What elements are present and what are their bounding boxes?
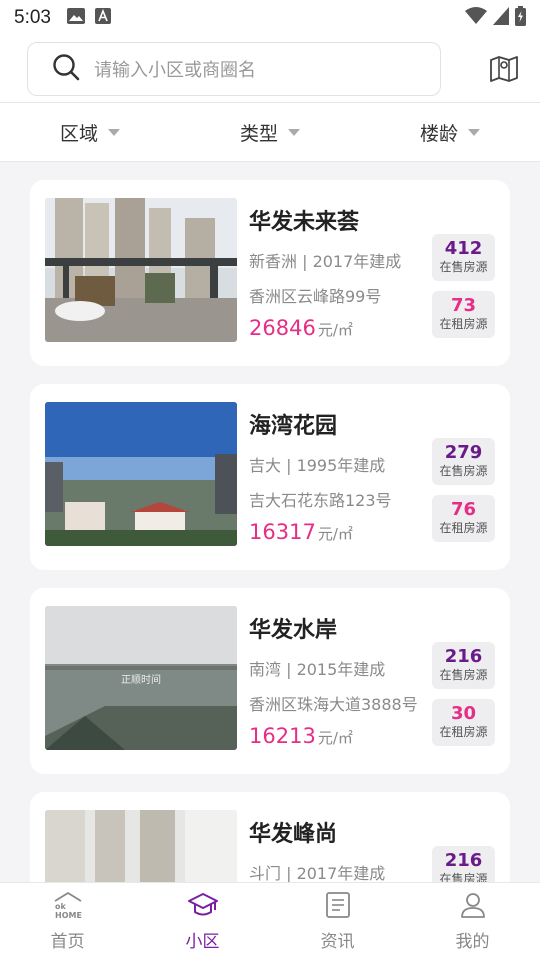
community-district: 吉大 | 1995年建成 <box>249 456 386 475</box>
signal-icon <box>493 7 509 29</box>
community-price: 16213 元/㎡ <box>249 724 353 748</box>
tab-home[interactable]: ok HOME 首页 <box>0 883 135 960</box>
price-value: 26846 <box>249 316 316 340</box>
tab-profile[interactable]: 我的 <box>405 883 540 960</box>
user-icon <box>459 891 487 923</box>
community-price: 26846 元/㎡ <box>249 316 353 340</box>
price-unit: 元/㎡ <box>317 729 353 747</box>
for-sale-count: 279 <box>444 442 483 463</box>
for-sale-count: 216 <box>444 850 483 871</box>
price-value: 16213 <box>249 724 316 748</box>
map-icon <box>489 54 519 86</box>
community-card[interactable]: 正顺时间 华发水岸 南湾 | 2015年建成 香洲区珠海大道3888号 1621… <box>30 588 510 774</box>
community-district: 南湾 | 2015年建成 <box>249 660 386 679</box>
status-bar: 5:03 <box>0 0 540 36</box>
community-card[interactable]: 海湾花园 吉大 | 1995年建成 吉大石花东路123号 16317 元/㎡ 2… <box>30 384 510 570</box>
svg-text:ok: ok <box>55 902 66 911</box>
community-name: 华发未来荟 <box>249 210 360 235</box>
svg-text:HOME: HOME <box>55 911 82 919</box>
for-sale-badge[interactable]: 279 在售房源 <box>432 438 495 485</box>
filter-bar: 区域 类型 楼龄 <box>0 102 540 162</box>
caret-down-icon <box>288 128 300 136</box>
for-rent-label: 在租房源 <box>439 317 488 331</box>
photo-watermark: 正顺时间 <box>121 675 161 686</box>
filter-label: 楼龄 <box>419 122 458 145</box>
for-rent-label: 在租房源 <box>439 521 488 535</box>
community-photo: 正顺时间 <box>45 606 237 750</box>
tab-label: 我的 <box>455 932 490 952</box>
search-placeholder: 请输入小区或商圈名 <box>94 60 256 81</box>
tab-community[interactable]: 小区 <box>135 883 270 960</box>
map-button[interactable] <box>486 54 522 86</box>
gallery-notification-icon <box>66 8 85 28</box>
for-sale-label: 在售房源 <box>439 872 488 882</box>
community-district: 新香洲 | 2017年建成 <box>249 252 402 271</box>
filter-label: 区域 <box>59 122 98 145</box>
for-sale-badge[interactable]: 412 在售房源 <box>432 234 495 281</box>
for-sale-label: 在售房源 <box>439 464 488 478</box>
wifi-icon <box>465 7 487 29</box>
for-rent-label: 在租房源 <box>439 725 488 739</box>
search-row: 请输入小区或商圈名 <box>0 36 540 102</box>
for-rent-badge[interactable]: 76 在租房源 <box>432 495 495 542</box>
document-icon <box>324 891 352 923</box>
filter-type[interactable]: 类型 <box>180 103 360 161</box>
filter-age[interactable]: 楼龄 <box>360 103 540 161</box>
tab-label: 小区 <box>185 932 220 952</box>
search-icon <box>52 53 80 85</box>
search-input[interactable]: 请输入小区或商圈名 <box>27 42 441 96</box>
for-sale-badge[interactable]: 216 在售房源 <box>432 642 495 689</box>
community-photo <box>45 402 237 546</box>
filter-region[interactable]: 区域 <box>0 103 180 161</box>
home-icon: ok HOME <box>52 891 84 923</box>
community-photo <box>45 810 237 882</box>
for-sale-count: 412 <box>444 238 483 259</box>
for-sale-label: 在售房源 <box>439 260 488 274</box>
community-name: 海湾花园 <box>249 414 338 439</box>
battery-icon <box>515 6 526 30</box>
for-rent-count: 76 <box>450 499 477 520</box>
community-card[interactable]: 华发未来荟 新香洲 | 2017年建成 香洲区云峰路99号 26846 元/㎡ … <box>30 180 510 366</box>
tab-label: 资讯 <box>320 932 355 952</box>
for-rent-badge[interactable]: 30 在租房源 <box>432 699 495 746</box>
for-rent-count: 73 <box>450 295 477 316</box>
caret-down-icon <box>108 128 120 136</box>
graduation-cap-icon <box>187 891 219 923</box>
price-unit: 元/㎡ <box>317 525 353 543</box>
community-address: 香洲区云峰路99号 <box>249 287 382 306</box>
for-rent-count: 30 <box>450 703 477 724</box>
community-address: 香洲区珠海大道3888号 <box>249 695 418 714</box>
community-district: 斗门 | 2017年建成 <box>249 864 386 882</box>
tab-news[interactable]: 资讯 <box>270 883 405 960</box>
tab-label: 首页 <box>50 932 85 952</box>
community-price: 16317 元/㎡ <box>249 520 353 544</box>
community-photo <box>45 198 237 342</box>
for-rent-badge[interactable]: 73 在租房源 <box>432 291 495 338</box>
price-unit: 元/㎡ <box>317 321 353 339</box>
app-notification-icon <box>94 8 111 28</box>
community-list[interactable]: 华发未来荟 新香洲 | 2017年建成 香洲区云峰路99号 26846 元/㎡ … <box>0 162 540 882</box>
community-address: 吉大石花东路123号 <box>249 491 392 510</box>
price-value: 16317 <box>249 520 316 544</box>
community-name: 华发峰尚 <box>249 822 338 847</box>
filter-label: 类型 <box>239 122 278 145</box>
caret-down-icon <box>468 128 480 136</box>
bottom-tab-bar: ok HOME 首页 小区 资讯 我的 <box>0 882 540 960</box>
status-time: 5:03 <box>14 7 51 28</box>
for-sale-count: 216 <box>444 646 483 667</box>
community-card[interactable]: 华发峰尚 斗门 | 2017年建成 216 在售房源 <box>30 792 510 882</box>
community-name: 华发水岸 <box>249 618 338 643</box>
for-sale-label: 在售房源 <box>439 668 488 682</box>
for-sale-badge[interactable]: 216 在售房源 <box>432 846 495 882</box>
